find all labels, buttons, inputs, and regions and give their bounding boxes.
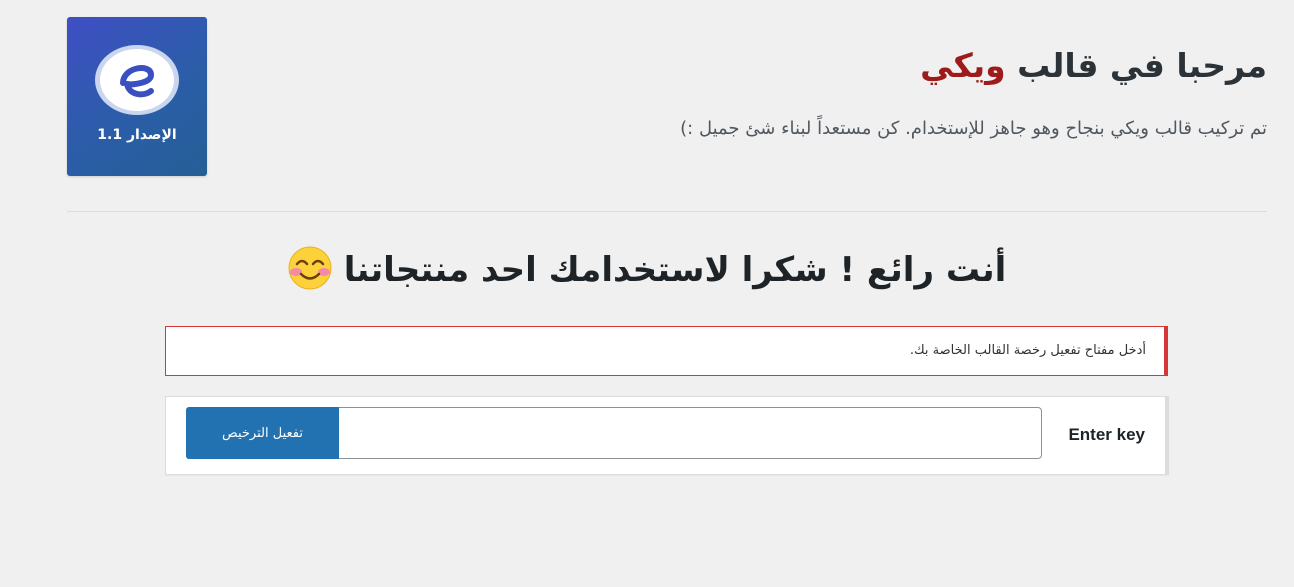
welcome-page: الإصدار 1.1 مرحبا في قالب ويكي تم تركيب … [0,0,1294,587]
theme-logo-e-icon [95,45,179,115]
theme-version: الإصدار 1.1 [97,127,177,143]
activate-license-button[interactable]: تفعيل الترخيص [186,407,339,459]
page-title-accent: ويكي [920,46,1006,85]
page-title: مرحبا في قالب ويكي [920,46,1267,85]
license-form: Enter key تفعيل الترخيص [165,396,1169,475]
thanks-text: أنت رائع ! شكرا لاستخدامك احد منتجاتنا [343,250,1007,290]
header-divider [67,211,1267,212]
smiling-face-icon [288,246,332,289]
page-subtitle: تم تركيب قالب ويكي بنجاح وهو جاهز للإستخ… [680,118,1267,139]
page-title-prefix: مرحبا في قالب [1005,46,1267,85]
license-notice-text: أدخل مفتاح تفعيل رخصة القالب الخاصة بك. [909,343,1146,358]
thanks-heading: أنت رائع ! شكرا لاستخدامك احد منتجاتنا [0,246,1294,290]
license-notice: أدخل مفتاح تفعيل رخصة القالب الخاصة بك. [165,326,1168,376]
license-key-label: Enter key [1068,425,1145,444]
theme-logo-tile: الإصدار 1.1 [67,17,207,176]
